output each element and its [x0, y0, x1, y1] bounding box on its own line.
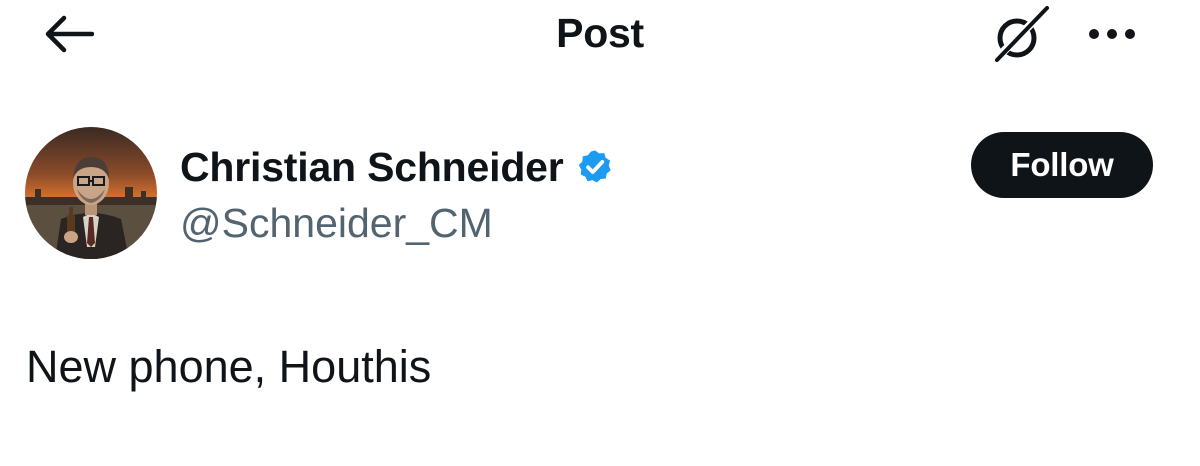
top-navigation-bar: Post — [0, 0, 1200, 68]
post-text: New phone, Houthis — [26, 341, 432, 392]
verified-badge-icon — [576, 148, 614, 186]
post-detail-page: Post Christian Schneider @Schneider_CM F… — [0, 0, 1200, 466]
post-author-row: Christian Schneider @Schneider_CM Follow — [0, 120, 1200, 270]
avatar-portrait — [25, 127, 157, 259]
follow-button[interactable]: Follow — [971, 132, 1153, 198]
more-horizontal-icon — [1089, 29, 1135, 39]
grok-button[interactable] — [986, 2, 1058, 66]
avatar[interactable] — [25, 127, 157, 259]
author-display-name: Christian Schneider — [180, 144, 564, 190]
author-handle[interactable]: @Schneider_CM — [180, 200, 493, 246]
more-options-button[interactable] — [1080, 12, 1144, 56]
grok-icon — [992, 3, 1052, 63]
author-name-link[interactable]: Christian Schneider — [180, 144, 614, 190]
